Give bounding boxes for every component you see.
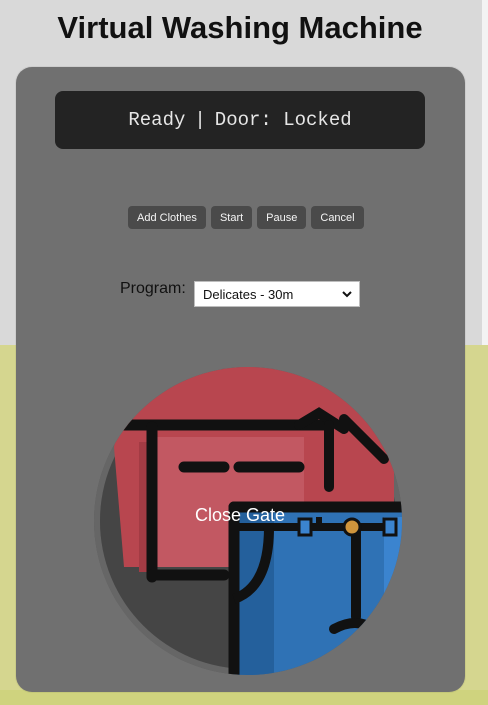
page-background-stripe xyxy=(0,690,488,705)
program-label: Program: xyxy=(120,280,186,297)
pause-button[interactable]: Pause xyxy=(257,206,307,229)
add-clothes-button[interactable]: Add Clothes xyxy=(128,206,206,229)
status-separator: | xyxy=(194,109,206,131)
washing-drum[interactable]: Close Gate xyxy=(94,367,402,675)
close-gate-button[interactable]: Close Gate xyxy=(94,505,386,526)
page-background-edge xyxy=(482,0,488,345)
cancel-button[interactable]: Cancel xyxy=(311,206,364,229)
status-text: Ready xyxy=(128,109,186,131)
status-display: Ready | Door: Locked xyxy=(55,91,425,149)
start-button[interactable]: Start xyxy=(210,206,253,229)
washing-machine-panel: Ready | Door: Locked Add Clothes Start P… xyxy=(16,67,465,692)
door-status-text: Door: Locked xyxy=(214,109,352,131)
chevron-down-icon xyxy=(342,291,352,298)
program-select[interactable]: Delicates - 30m xyxy=(194,281,360,307)
control-buttons: Add Clothes Start Pause Cancel xyxy=(128,206,364,229)
page-title: Virtual Washing Machine xyxy=(57,10,423,45)
program-selected-value: Delicates - 30m xyxy=(203,286,294,302)
